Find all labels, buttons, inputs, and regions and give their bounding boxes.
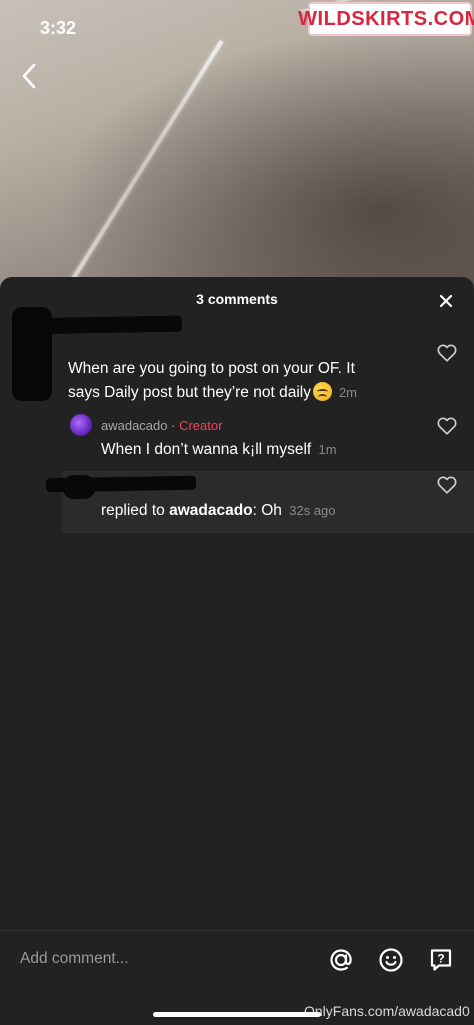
reply-text: When I don’t wanna k¡ll myself 1m bbox=[101, 441, 337, 459]
video-shade bbox=[0, 0, 474, 300]
video-background[interactable] bbox=[0, 0, 474, 300]
footer-watermark: OnlyFans.com/awadacad0 bbox=[304, 1003, 470, 1019]
mention-button[interactable] bbox=[326, 945, 356, 975]
at-mention-icon bbox=[330, 949, 352, 971]
separator-dot: · bbox=[171, 418, 176, 433]
nested-reply-target[interactable]: awadacado bbox=[169, 502, 253, 519]
redacted-avatar bbox=[62, 475, 96, 499]
comment-time: 2m bbox=[338, 385, 358, 400]
like-nested-reply-button[interactable] bbox=[436, 474, 458, 496]
comment-text-line1: When are you going to post on your OF. I… bbox=[68, 360, 355, 377]
heart-outline-icon bbox=[437, 417, 457, 435]
like-reply-button[interactable] bbox=[436, 415, 458, 437]
heart-outline-icon bbox=[437, 476, 457, 494]
emoji-button[interactable] bbox=[376, 945, 406, 975]
reply-username[interactable]: awadacado bbox=[101, 418, 168, 433]
creator-avatar[interactable] bbox=[70, 414, 92, 436]
redacted-avatar bbox=[12, 307, 52, 401]
home-indicator[interactable] bbox=[153, 1012, 321, 1017]
nested-reply-time: 32s ago bbox=[289, 503, 336, 518]
chevron-left-icon bbox=[22, 63, 36, 89]
comment-text: When are you going to post on your OF. I… bbox=[68, 357, 398, 405]
nested-reply-text: replied to awadacado: Oh 32s ago bbox=[101, 502, 336, 520]
comments-sheet: 3 comments When are you going to post on… bbox=[0, 277, 474, 1025]
close-button[interactable] bbox=[434, 289, 458, 313]
comment-text-line2: says Daily post but they’re not daily bbox=[68, 384, 311, 401]
like-comment-button[interactable] bbox=[436, 342, 458, 364]
reply-author-line: awadacado · Creator bbox=[101, 418, 222, 433]
emoji-icon bbox=[379, 948, 403, 972]
add-comment-input[interactable]: Add comment... bbox=[20, 950, 129, 968]
nested-reply-prefix: replied to bbox=[101, 502, 170, 519]
heart-outline-icon bbox=[437, 344, 457, 362]
close-icon bbox=[439, 294, 453, 308]
svg-text:?: ? bbox=[437, 952, 444, 966]
comments-count-title: 3 comments bbox=[196, 291, 278, 307]
disappointed-face-icon bbox=[312, 382, 332, 401]
question-sticker-button[interactable]: ? bbox=[426, 945, 456, 975]
reply-text-body: When I don’t wanna k¡ll myself bbox=[101, 441, 312, 458]
watermark-logo: WILDSKIRTS.COM bbox=[298, 2, 474, 36]
creator-badge: Creator bbox=[179, 418, 223, 433]
question-sticker-icon: ? bbox=[430, 949, 452, 971]
back-button[interactable] bbox=[14, 58, 44, 94]
comment-input-bar: Add comment... ? OnlyFans.com/awadacad0 bbox=[0, 930, 474, 1025]
status-bar-time: 3:32 bbox=[40, 18, 77, 38]
nested-reply-body: : Oh bbox=[252, 502, 282, 519]
reply-time: 1m bbox=[318, 442, 337, 457]
